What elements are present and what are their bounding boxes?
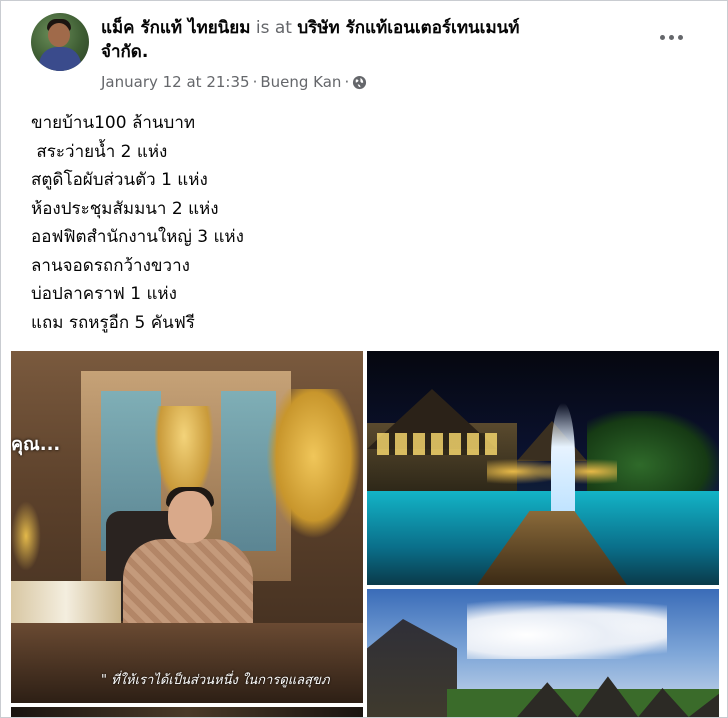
golden-ornament (11, 501, 41, 571)
photo-day-resort[interactable] (367, 589, 719, 717)
post-line: แถม รถหรูอีก 5 คันฟรี (31, 312, 195, 333)
place-name-line1: บริษัท รักแท้เอนเตอร์เทนเมนท์ (297, 18, 520, 38)
post-line: สระว่ายน้ำ 2 แห่ง (31, 141, 168, 162)
place-name-line2: จำกัด. (101, 42, 149, 62)
man-body (123, 539, 253, 634)
globe-icon[interactable] (352, 75, 367, 90)
man-face (168, 491, 212, 543)
post-line: บ่อปลาคราฟ 1 แห่ง (31, 284, 177, 304)
avatar-face (48, 23, 70, 47)
dot-icon (677, 34, 683, 40)
fountain (551, 403, 575, 513)
post-line: ลานจอดรถกว้างขวาง (31, 255, 190, 276)
photo-night-resort[interactable] (367, 351, 719, 585)
office-desk (11, 623, 363, 703)
post-timestamp-link[interactable]: January 12 at 21:35 (101, 73, 250, 91)
author-avatar[interactable] (31, 13, 89, 71)
post-line: ออฟฟิตสำนักงานใหญ่ 3 แห่ง (31, 227, 244, 247)
clouds (467, 599, 667, 659)
avatar-body (39, 47, 81, 71)
dot-icon (659, 34, 665, 40)
dot-icon (668, 34, 674, 40)
post-header: แม็ค รักแท้ ไทยนิยม is at บริษัท รักแท้เ… (101, 16, 641, 64)
resort-building (367, 619, 457, 717)
post-line: สตูดิโอผับส่วนตัว 1 แห่ง (31, 170, 208, 190)
post-meta: January 12 at 21:35 · Bueng Kan · (101, 73, 367, 91)
at-text: is at (255, 18, 292, 38)
post-body-text: ขายบ้าน100 ล้านบาท สระว่ายน้ำ 2 แห่ง สตู… (31, 109, 244, 337)
location-link[interactable]: Bueng Kan (260, 73, 341, 91)
author-name-link[interactable]: แม็ค รักแท้ ไทยนิยม (101, 18, 250, 38)
photo-bottom-strip[interactable] (11, 707, 363, 717)
meta-separator: · (252, 73, 258, 91)
lit-windows (377, 433, 497, 455)
photo-overlay-text: คุณ... (11, 434, 61, 455)
post-line: ห้องประชุมสัมมนา 2 แห่ง (31, 198, 219, 219)
more-options-button[interactable] (657, 23, 685, 51)
post-card: แม็ค รักแท้ ไทยนิยม is at บริษัท รักแท้เ… (0, 0, 728, 718)
golden-horse (266, 389, 361, 539)
photo-caption: " ที่ให้เราได้เป็นส่วนหนึ่ง ในการดูแลสุข… (101, 673, 330, 688)
meta-separator-2: · (344, 73, 350, 91)
photo-office-portrait[interactable]: คุณ... " ที่ให้เราได้เป็นส่วนหนึ่ง ในการ… (11, 351, 363, 703)
post-line: ขายบ้าน100 ล้านบาท (31, 113, 196, 133)
product-shelf (11, 581, 121, 626)
